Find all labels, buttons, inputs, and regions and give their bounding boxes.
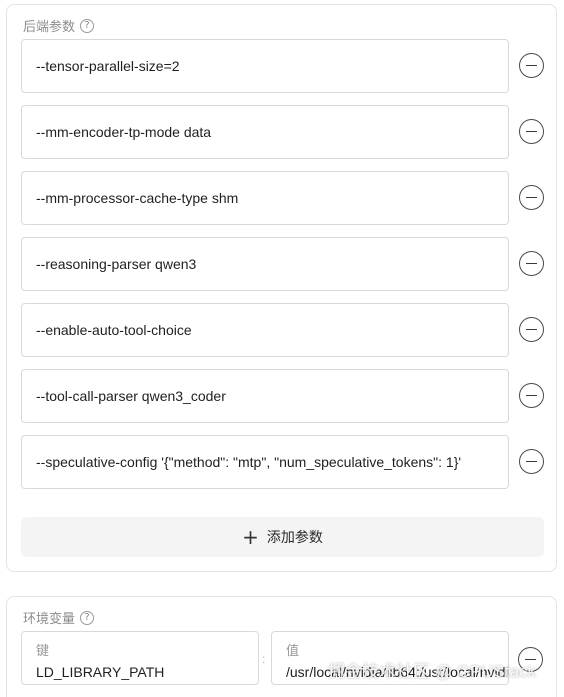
remove-param-icon[interactable] xyxy=(519,383,544,408)
backend-params-title: 后端参数 ? xyxy=(23,16,95,35)
remove-env-icon[interactable] xyxy=(518,647,543,672)
env-vars-card: 环境变量 ? 键 LD_LIBRARY_PATH : 值 /usr/local/… xyxy=(6,596,557,697)
remove-param-icon[interactable] xyxy=(519,449,544,474)
param-input[interactable]: --enable-auto-tool-choice xyxy=(21,303,509,357)
env-value-field[interactable]: 值 /usr/local/nvidia/lib64:/usr/local/nvi… xyxy=(271,631,509,685)
param-row: --enable-auto-tool-choice xyxy=(21,303,551,357)
help-icon[interactable]: ? xyxy=(80,610,95,625)
param-row: --reasoning-parser qwen3 xyxy=(21,237,551,291)
param-row: --tensor-parallel-size=2 xyxy=(21,39,551,93)
param-input[interactable]: --tensor-parallel-size=2 xyxy=(21,39,509,93)
remove-param-icon[interactable] xyxy=(519,251,544,276)
param-input[interactable]: --reasoning-parser qwen3 xyxy=(21,237,509,291)
param-row: --mm-processor-cache-type shm xyxy=(21,171,551,225)
param-row: --tool-call-parser qwen3_coder xyxy=(21,369,551,423)
param-input[interactable]: --mm-processor-cache-type shm xyxy=(21,171,509,225)
param-input[interactable]: --tool-call-parser qwen3_coder xyxy=(21,369,509,423)
env-key-field[interactable]: 键 LD_LIBRARY_PATH xyxy=(21,631,259,685)
plus-icon: + xyxy=(242,525,259,549)
add-param-label: 添加参数 xyxy=(266,529,323,545)
env-vars-title-text: 环境变量 xyxy=(23,611,76,626)
help-icon[interactable]: ? xyxy=(80,18,95,33)
param-input[interactable]: --mm-encoder-tp-mode data xyxy=(21,105,509,159)
backend-params-card: 后端参数 ? --tensor-parallel-size=2 --mm-enc… xyxy=(6,4,557,572)
backend-params-title-text: 后端参数 xyxy=(23,19,76,34)
kv-separator: : xyxy=(262,652,266,666)
add-param-button[interactable]: + 添加参数 xyxy=(21,517,544,557)
env-value-label: 值 xyxy=(286,643,300,658)
env-value-value: /usr/local/nvidia/lib64:/usr/local/nvidi… xyxy=(286,664,509,680)
env-key-value: LD_LIBRARY_PATH xyxy=(36,664,165,680)
remove-param-icon[interactable] xyxy=(519,119,544,144)
param-row: --mm-encoder-tp-mode data xyxy=(21,105,551,159)
env-key-label: 键 xyxy=(36,643,50,658)
remove-param-icon[interactable] xyxy=(519,185,544,210)
param-input[interactable]: --speculative-config '{"method": "mtp", … xyxy=(21,435,509,489)
remove-param-icon[interactable] xyxy=(519,53,544,78)
param-row: --speculative-config '{"method": "mtp", … xyxy=(21,435,551,489)
remove-param-icon[interactable] xyxy=(519,317,544,342)
env-vars-title: 环境变量 ? xyxy=(23,608,95,627)
